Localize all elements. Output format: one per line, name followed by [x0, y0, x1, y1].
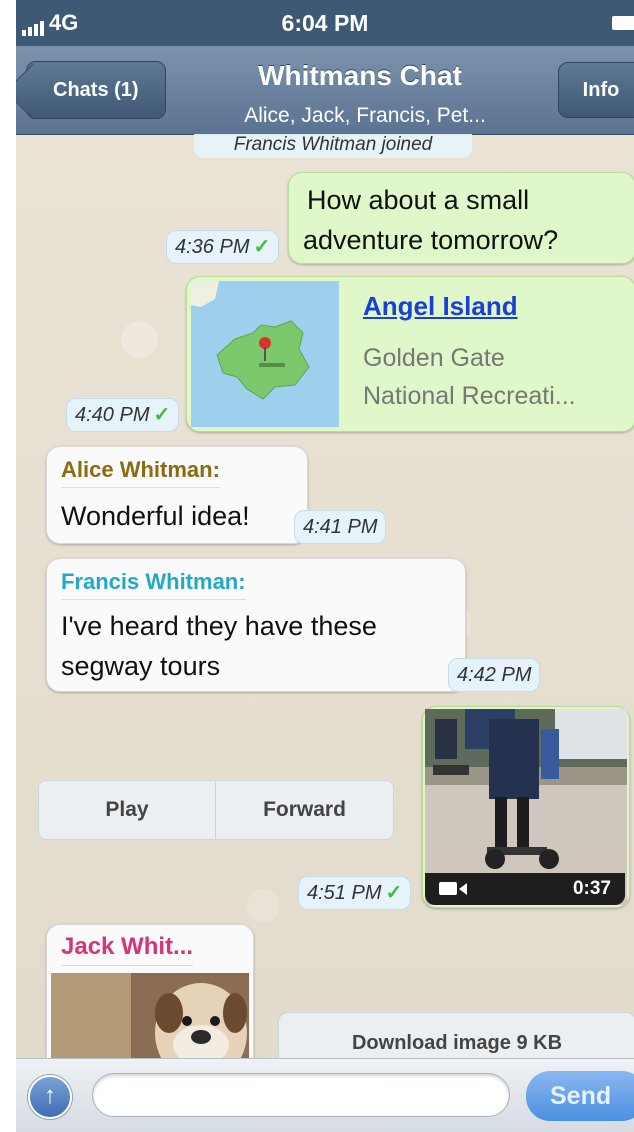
play-button[interactable]: Play — [39, 781, 216, 839]
location-address-line: Golden Gate — [363, 344, 505, 372]
chat-participants[interactable]: Alice, Jack, Francis, Pet... — [176, 104, 554, 128]
chat-title[interactable]: Whitmans Chat — [166, 60, 554, 92]
delivered-check-icon: ✓ — [153, 404, 171, 426]
outgoing-message-1[interactable]: How about a small adventure tomorrow? — [288, 172, 634, 264]
timestamp-text: 4:36 PM — [175, 236, 250, 258]
status-bar: 4G 6:04 PM — [16, 0, 634, 46]
location-name-link[interactable]: Angel Island — [363, 291, 518, 322]
video-message[interactable]: 0:37 — [422, 706, 630, 908]
video-actions: Play Forward — [38, 780, 394, 840]
video-info-bar: 0:37 — [425, 873, 625, 905]
message-input[interactable] — [92, 1073, 510, 1117]
message-timestamp: 4:42 PM — [448, 658, 541, 692]
delivered-check-icon: ✓ — [385, 882, 403, 904]
sender-name: Francis Whitman: — [61, 569, 246, 600]
back-button-label: Chats (1) — [53, 79, 139, 101]
status-time: 6:04 PM — [281, 10, 369, 36]
sender-name: Jack Whit... — [61, 933, 194, 966]
timestamp-text: 4:51 PM — [307, 882, 382, 904]
message-text-line: segway tours — [61, 651, 221, 681]
location-address-line: National Recreati... — [363, 382, 576, 410]
message-text: Wonderful idea! — [61, 501, 250, 531]
video-camera-lens-icon — [459, 883, 467, 895]
message-text-line: adventure tomorrow? — [303, 225, 559, 255]
sender-name: Alice Whitman: — [61, 457, 220, 488]
message-timestamp: 4:41 PM — [294, 510, 387, 544]
map-thumbnail[interactable] — [191, 281, 339, 427]
phone-screen: 4G 6:04 PM Chats (1) Whitmans Chat Alice… — [16, 0, 634, 1132]
system-notice: Francis Whitman joined — [194, 134, 472, 158]
battery-icon — [612, 16, 634, 30]
incoming-message-alice[interactable]: Alice Whitman: Wonderful idea! — [46, 446, 308, 544]
composer-bar: ↑ Send — [16, 1058, 634, 1132]
timestamp-text: 4:40 PM — [75, 404, 150, 426]
video-duration: 0:37 — [572, 878, 611, 899]
message-timestamp: 4:40 PM ✓ — [66, 398, 180, 432]
message-text-line: I've heard they have these — [61, 611, 377, 641]
attach-upload-icon[interactable]: ↑ — [28, 1075, 72, 1119]
back-chats-button[interactable]: Chats (1) — [26, 61, 166, 119]
message-timestamp: 4:36 PM ✓ — [166, 230, 280, 264]
video-camera-icon — [439, 882, 457, 895]
incoming-message-jack[interactable]: Jack Whit... — [46, 924, 254, 1076]
info-button[interactable]: Info — [558, 62, 634, 118]
timestamp-text: 4:41 PM — [303, 516, 378, 538]
message-text-line: How about a small — [307, 185, 530, 215]
message-timestamp: 4:51 PM ✓ — [298, 876, 412, 910]
forward-button[interactable]: Forward — [216, 781, 393, 839]
timestamp-text: 4:42 PM — [457, 664, 532, 686]
send-button[interactable]: Send — [526, 1071, 634, 1121]
delivered-check-icon: ✓ — [253, 236, 271, 258]
incoming-message-francis[interactable]: Francis Whitman: I've heard they have th… — [46, 558, 466, 692]
nav-bar: Chats (1) Whitmans Chat Alice, Jack, Fra… — [16, 46, 634, 135]
location-message[interactable]: Angel Island Golden Gate National Recrea… — [186, 276, 634, 432]
